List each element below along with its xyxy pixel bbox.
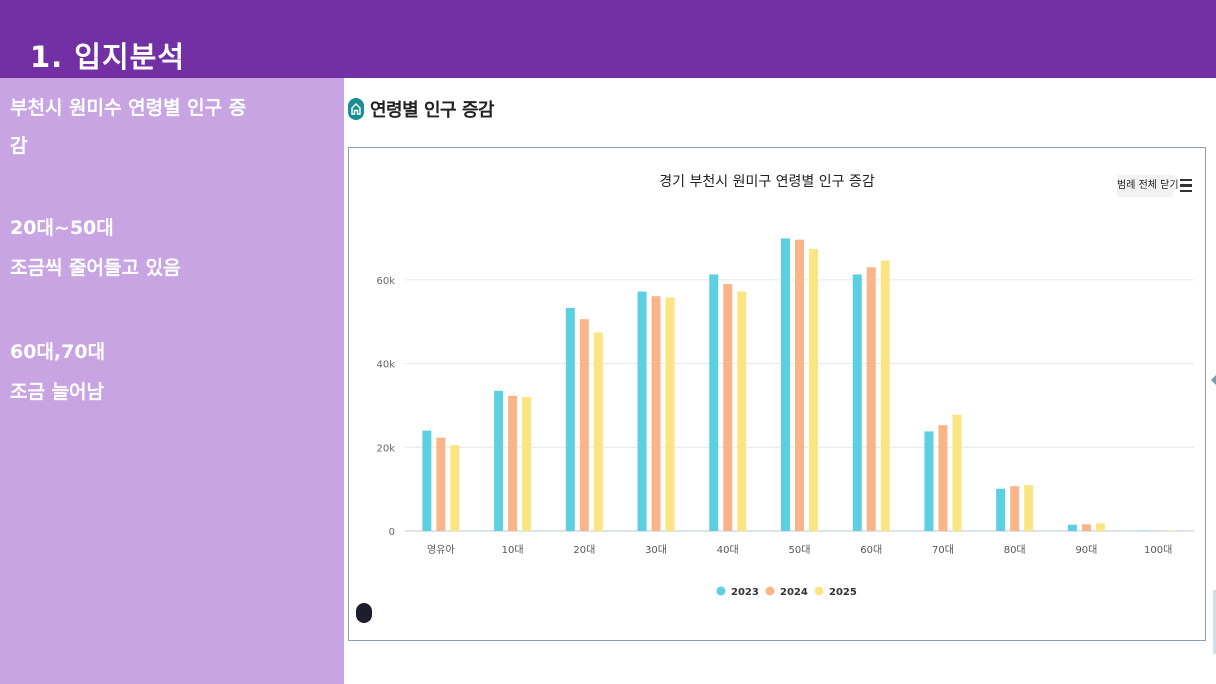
bar-2025-8 xyxy=(1024,484,1034,531)
hamburger-menu-icon[interactable] xyxy=(1180,179,1192,193)
legend-toggle-button[interactable]: 범례 전체 닫기 xyxy=(1117,175,1179,197)
bar-2025-6 xyxy=(880,260,890,531)
x-tick-label: 10대 xyxy=(502,544,524,556)
y-tick-label: 60k xyxy=(376,276,395,287)
bar-2023-5 xyxy=(781,238,790,531)
chart-title: 경기 부천시 원미구 연령별 인구 증감 xyxy=(659,174,875,190)
y-tick-label: 40k xyxy=(376,360,395,371)
legend-label-2025: 2025 xyxy=(829,587,857,598)
bar-chart: 경기 부천시 원미구 연령별 인구 증감 0 20k 40k 60k 영유아 10대 20대 3… xyxy=(376,174,1194,598)
sidebar-line: 부천시 원미수 연령별 인구 증 xyxy=(10,97,247,119)
bar-2025-2 xyxy=(593,332,603,531)
section-header: 연령별 인구 증감 xyxy=(348,96,494,122)
bar-2024-0 xyxy=(436,437,446,531)
bar-2025-9 xyxy=(1095,523,1105,531)
legend-marker-2023 xyxy=(716,586,726,596)
x-tick-label: 70대 xyxy=(932,544,954,556)
bar-2025-5 xyxy=(809,248,818,531)
slide-title: 1. 입지분석 xyxy=(30,40,186,74)
bar-2024-2 xyxy=(579,319,589,531)
bar-2024-6 xyxy=(866,267,876,531)
bar-2024-4 xyxy=(723,284,733,531)
legend-marker-2024 xyxy=(765,586,775,596)
bar-2024-7 xyxy=(938,425,948,531)
bar-2024-3 xyxy=(651,296,661,531)
x-tick-label: 30대 xyxy=(645,544,667,556)
legend-label-2023: 2023 xyxy=(731,587,759,598)
bar-2025-10 xyxy=(1167,530,1177,532)
bar-2025-7 xyxy=(952,414,962,531)
bar-2023-6 xyxy=(852,274,862,531)
sidebar-line: 감 xyxy=(10,135,28,157)
sidebar-line: 60대,70대 xyxy=(10,341,106,363)
bar-2024-10 xyxy=(1153,530,1163,532)
y-tick-label: 0 xyxy=(389,527,395,538)
bar-2023-3 xyxy=(637,291,647,531)
section-title: 연령별 인구 증감 xyxy=(370,100,494,121)
bar-2024-9 xyxy=(1081,524,1091,531)
legend-label-2024: 2024 xyxy=(780,587,808,598)
x-tick-label: 80대 xyxy=(1004,544,1026,556)
logo-icon xyxy=(356,603,372,623)
bar-2024-8 xyxy=(1010,486,1020,531)
x-tick-label: 영유아 xyxy=(427,544,455,556)
bar-2023-10 xyxy=(1139,530,1149,532)
x-tick-label: 20대 xyxy=(573,544,595,556)
scroll-arrow-icon[interactable] xyxy=(1211,374,1216,386)
x-tick-label: 60대 xyxy=(860,544,882,556)
bar-2023-0 xyxy=(422,430,432,531)
main-content: 연령별 인구 증감 경기 부천시 원미구 연령별 인구 증감 0 20k 40k 60k… xyxy=(344,78,1216,684)
legend-marker-2025 xyxy=(814,586,824,596)
x-tick-label: 50대 xyxy=(789,544,811,556)
bar-2023-1 xyxy=(494,390,504,531)
x-tick-label: 100대 xyxy=(1144,544,1172,556)
bar-2023-9 xyxy=(1067,524,1077,531)
y-tick-label: 20k xyxy=(376,443,395,454)
bar-2025-0 xyxy=(450,445,460,531)
bar-2025-4 xyxy=(737,291,747,531)
chart-container: 경기 부천시 원미구 연령별 인구 증감 0 20k 40k 60k 영유아 10대 20대 3… xyxy=(348,147,1206,641)
bar-2024-5 xyxy=(795,239,804,531)
x-tick-label: 90대 xyxy=(1075,544,1097,556)
bar-2023-8 xyxy=(996,488,1006,531)
x-tick-label: 40대 xyxy=(717,544,739,556)
sidebar-line: 20대~50대 xyxy=(10,217,114,239)
home-icon xyxy=(348,98,364,120)
bar-2023-4 xyxy=(709,274,719,531)
bar-2025-1 xyxy=(522,397,532,531)
sidebar-panel: 부천시 원미수 연령별 인구 증 감 20대~50대 조금씩 줄어들고 있음 6… xyxy=(0,78,344,684)
sidebar-line: 조금씩 줄어들고 있음 xyxy=(10,257,181,279)
bar-2023-2 xyxy=(565,307,575,531)
bar-2023-7 xyxy=(924,431,934,531)
bar-2025-3 xyxy=(665,297,675,531)
bar-2024-1 xyxy=(508,395,518,531)
sidebar-line: 조금 늘어남 xyxy=(10,381,105,403)
